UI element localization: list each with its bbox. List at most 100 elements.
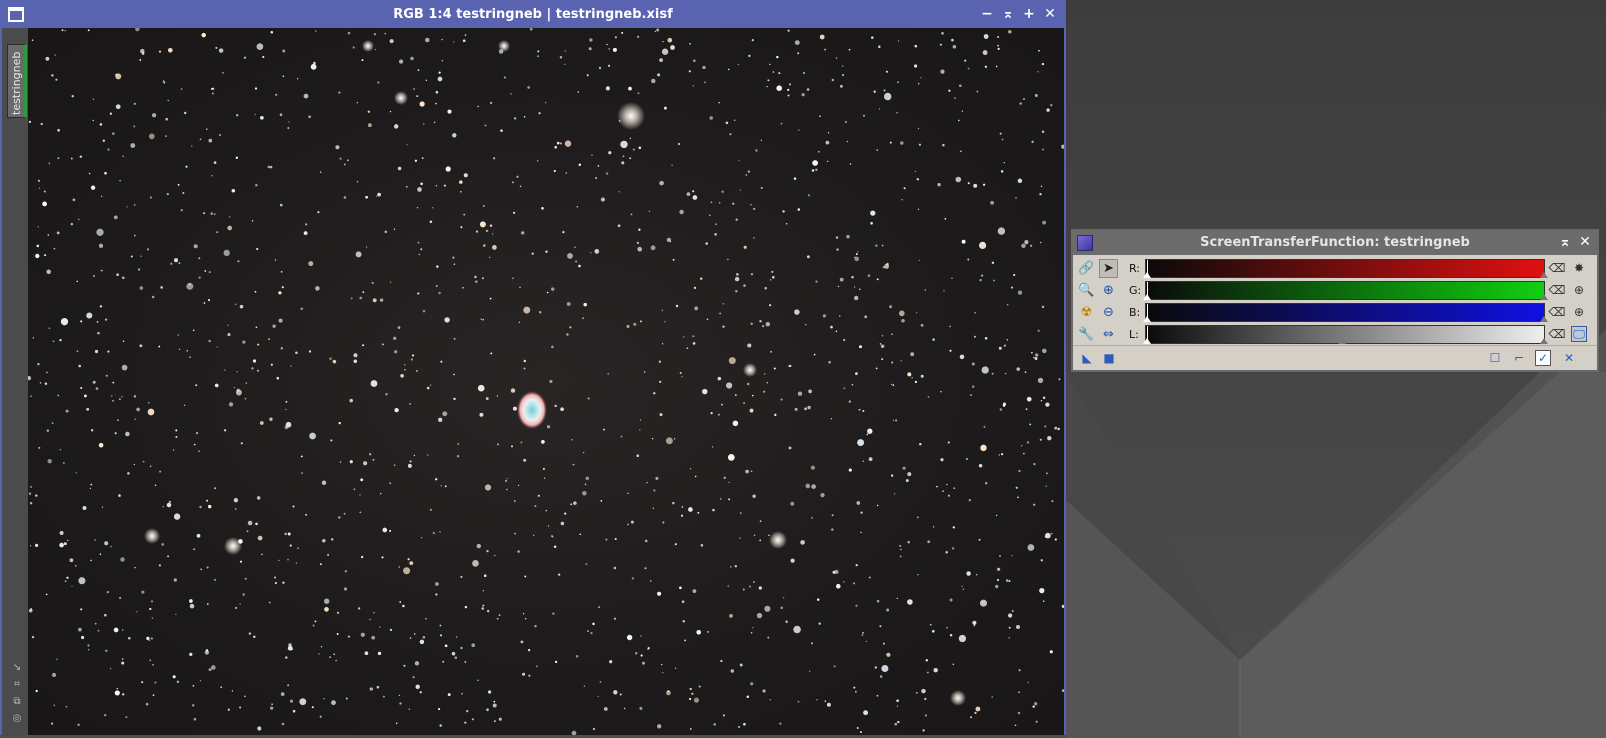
star — [46, 269, 51, 275]
auto-stretch-green-icon[interactable]: ⊕ — [1571, 282, 1587, 298]
zoom-out-icon[interactable]: ⊖ — [1099, 303, 1118, 322]
star — [553, 545, 557, 548]
shade-button[interactable]: ⌅ — [1002, 6, 1014, 22]
star — [734, 276, 740, 282]
star — [188, 283, 191, 286]
star — [841, 65, 844, 67]
preview-icon[interactable]: ☐ — [1487, 350, 1503, 366]
star — [1039, 193, 1042, 196]
star — [855, 690, 857, 693]
minimize-button[interactable]: − — [981, 6, 993, 22]
star — [546, 425, 551, 429]
stf-panel[interactable]: ScreenTransferFunction: testringneb ⌅ ✕ … — [1071, 229, 1599, 372]
star — [444, 644, 448, 648]
stf-close-button[interactable]: ✕ — [1579, 234, 1591, 250]
zoom-in-icon[interactable]: ⊕ — [1099, 281, 1118, 300]
star — [406, 144, 408, 146]
view-tab[interactable]: testringneb — [7, 44, 27, 118]
star — [278, 318, 283, 323]
star — [605, 172, 609, 175]
display-monitor-icon[interactable]: 🖵 — [1571, 326, 1587, 342]
star — [970, 716, 973, 719]
star — [191, 145, 193, 147]
fit-view-icon[interactable]: ↘ — [11, 662, 23, 674]
star — [409, 637, 412, 639]
star — [64, 29, 66, 32]
star — [976, 90, 979, 93]
zoom-icon[interactable]: 🔍 — [1077, 281, 1096, 300]
star — [621, 31, 624, 34]
star — [766, 381, 769, 384]
star — [897, 40, 900, 42]
browse-documentation-icon[interactable]: ⌐ — [1511, 350, 1527, 366]
reset-luminance-icon[interactable]: ⌫ — [1549, 326, 1566, 342]
star — [870, 210, 876, 216]
target-icon[interactable]: ◎ — [11, 713, 23, 725]
image-canvas[interactable] — [28, 28, 1064, 735]
blue-channel-slider[interactable] — [1143, 303, 1548, 322]
star — [996, 514, 998, 517]
star — [227, 708, 230, 711]
star — [881, 665, 889, 672]
star — [667, 37, 673, 43]
star — [343, 512, 346, 515]
auto-stretch-icon[interactable]: ☢ — [1077, 303, 1096, 322]
star — [420, 182, 423, 186]
link-channels-icon[interactable]: 🔗 — [1077, 259, 1096, 278]
frame-icon[interactable]: ⌗ — [11, 679, 23, 691]
luminance-channel-slider[interactable] — [1143, 325, 1548, 344]
star — [166, 502, 172, 508]
new-instance-icon[interactable]: ◣ — [1079, 350, 1095, 366]
reset-green-icon[interactable]: ⌫ — [1549, 282, 1566, 298]
star — [702, 65, 706, 70]
star — [854, 256, 856, 259]
reset-all-icon[interactable]: ✕ — [1561, 350, 1577, 366]
stf-titlebar[interactable]: ScreenTransferFunction: testringneb ⌅ ✕ — [1073, 231, 1597, 255]
star — [778, 72, 781, 75]
star — [760, 139, 762, 141]
star — [927, 396, 930, 398]
image-window[interactable]: RGB 1:4 testringneb | testringneb.xisf −… — [0, 0, 1066, 735]
wrench-icon[interactable]: 🔧 — [1077, 325, 1096, 344]
star — [46, 429, 49, 432]
reset-red-icon[interactable]: ⌫ — [1549, 260, 1566, 276]
star — [210, 212, 213, 215]
edit-mode-arrow-icon[interactable]: ➤ — [1099, 259, 1118, 278]
star — [831, 78, 835, 82]
star — [1033, 463, 1036, 466]
star — [859, 731, 862, 734]
close-button[interactable]: ✕ — [1044, 6, 1056, 22]
reset-blue-icon[interactable]: ⌫ — [1549, 304, 1566, 320]
star — [891, 383, 893, 386]
star — [149, 196, 152, 199]
clone-icon[interactable]: ⧉ — [11, 696, 23, 708]
star — [471, 643, 476, 648]
pan-icon[interactable]: ⇔ — [1099, 325, 1118, 344]
star — [287, 127, 290, 129]
image-window-titlebar[interactable]: RGB 1:4 testringneb | testringneb.xisf −… — [2, 2, 1064, 28]
star — [980, 274, 984, 277]
star — [205, 649, 209, 652]
star — [191, 704, 195, 707]
star — [924, 697, 927, 701]
apply-global-icon[interactable]: ■ — [1101, 350, 1117, 366]
star — [66, 576, 69, 579]
star — [1033, 503, 1036, 506]
maximize-button[interactable]: + — [1023, 6, 1035, 22]
green-channel-slider[interactable] — [1143, 281, 1548, 300]
star — [875, 367, 878, 370]
star — [389, 39, 394, 44]
star — [1033, 356, 1035, 359]
star — [643, 371, 646, 373]
star — [219, 134, 222, 136]
star — [38, 446, 41, 449]
stf-shade-button[interactable]: ⌅ — [1559, 234, 1571, 250]
star — [631, 577, 634, 580]
star — [136, 407, 140, 412]
apply-check-icon[interactable]: ✓ — [1535, 350, 1551, 366]
star — [227, 225, 233, 231]
auto-stretch-blue-icon[interactable]: ⊕ — [1571, 304, 1587, 320]
red-channel-slider[interactable] — [1143, 259, 1548, 278]
star — [692, 190, 695, 193]
auto-stretch-red-icon[interactable]: ✸ — [1571, 260, 1587, 276]
